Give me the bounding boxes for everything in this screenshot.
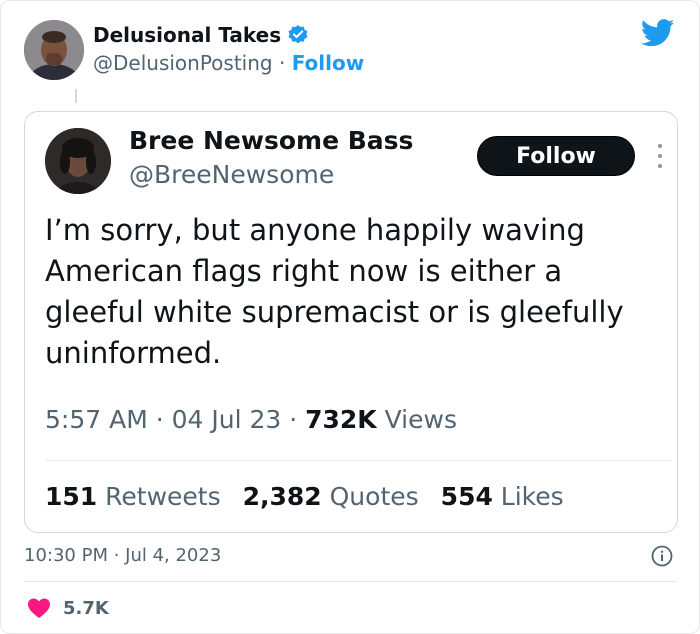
follow-link[interactable]: Follow xyxy=(292,51,365,75)
quoted-tweet-text: I’m sorry, but anyone happily waving Ame… xyxy=(45,213,624,370)
divider xyxy=(24,581,676,582)
author-avatar[interactable] xyxy=(24,20,84,80)
likes-stat[interactable]: 554 Likes xyxy=(441,482,564,511)
tweet-card: Delusional Takes @DelusionPosting · Foll… xyxy=(0,0,700,634)
quoted-author-avatar[interactable] xyxy=(45,128,111,194)
views-label: Views xyxy=(376,405,457,434)
quoted-tweet-stats: 151 Retweets 2,382 Quotes 554 Likes xyxy=(45,482,564,511)
divider xyxy=(45,460,671,461)
tweet-timestamp[interactable]: 10:30 PM · Jul 4, 2023 xyxy=(24,545,221,566)
quoted-author-name[interactable]: Bree Newsome Bass xyxy=(129,126,413,155)
quotes-stat[interactable]: 2,382 Quotes xyxy=(243,482,419,511)
quoted-author-handle[interactable]: @BreeNewsome xyxy=(129,160,334,189)
heart-icon[interactable] xyxy=(27,597,51,619)
quoted-tweet-meta: 5:57 AM · 04 Jul 23 · 732K Views xyxy=(45,405,457,434)
more-options-icon[interactable] xyxy=(657,144,663,168)
author-handle[interactable]: @DelusionPosting xyxy=(93,51,273,75)
like-button[interactable]: 5.7K xyxy=(27,597,109,619)
info-icon[interactable] xyxy=(651,545,673,567)
quoted-tweet[interactable]: Bree Newsome Bass @BreeNewsome Follow I’… xyxy=(24,111,678,533)
views-count: 732K xyxy=(305,405,377,434)
likes-count: 5.7K xyxy=(63,597,109,619)
thread-connector xyxy=(75,89,77,103)
retweets-stat[interactable]: 151 Retweets xyxy=(45,482,221,511)
quoted-tweet-time[interactable]: 5:57 AM · 04 Jul 23 · xyxy=(45,405,305,434)
author-name[interactable]: Delusional Takes xyxy=(93,23,309,47)
quoted-follow-button[interactable]: Follow xyxy=(477,136,635,176)
author-name-text[interactable]: Delusional Takes xyxy=(93,23,281,47)
twitter-bird-icon[interactable] xyxy=(641,19,675,47)
verified-badge-icon xyxy=(288,25,308,44)
handle-separator: · xyxy=(272,51,292,75)
author-handle-line: @DelusionPosting · Follow xyxy=(93,51,364,75)
